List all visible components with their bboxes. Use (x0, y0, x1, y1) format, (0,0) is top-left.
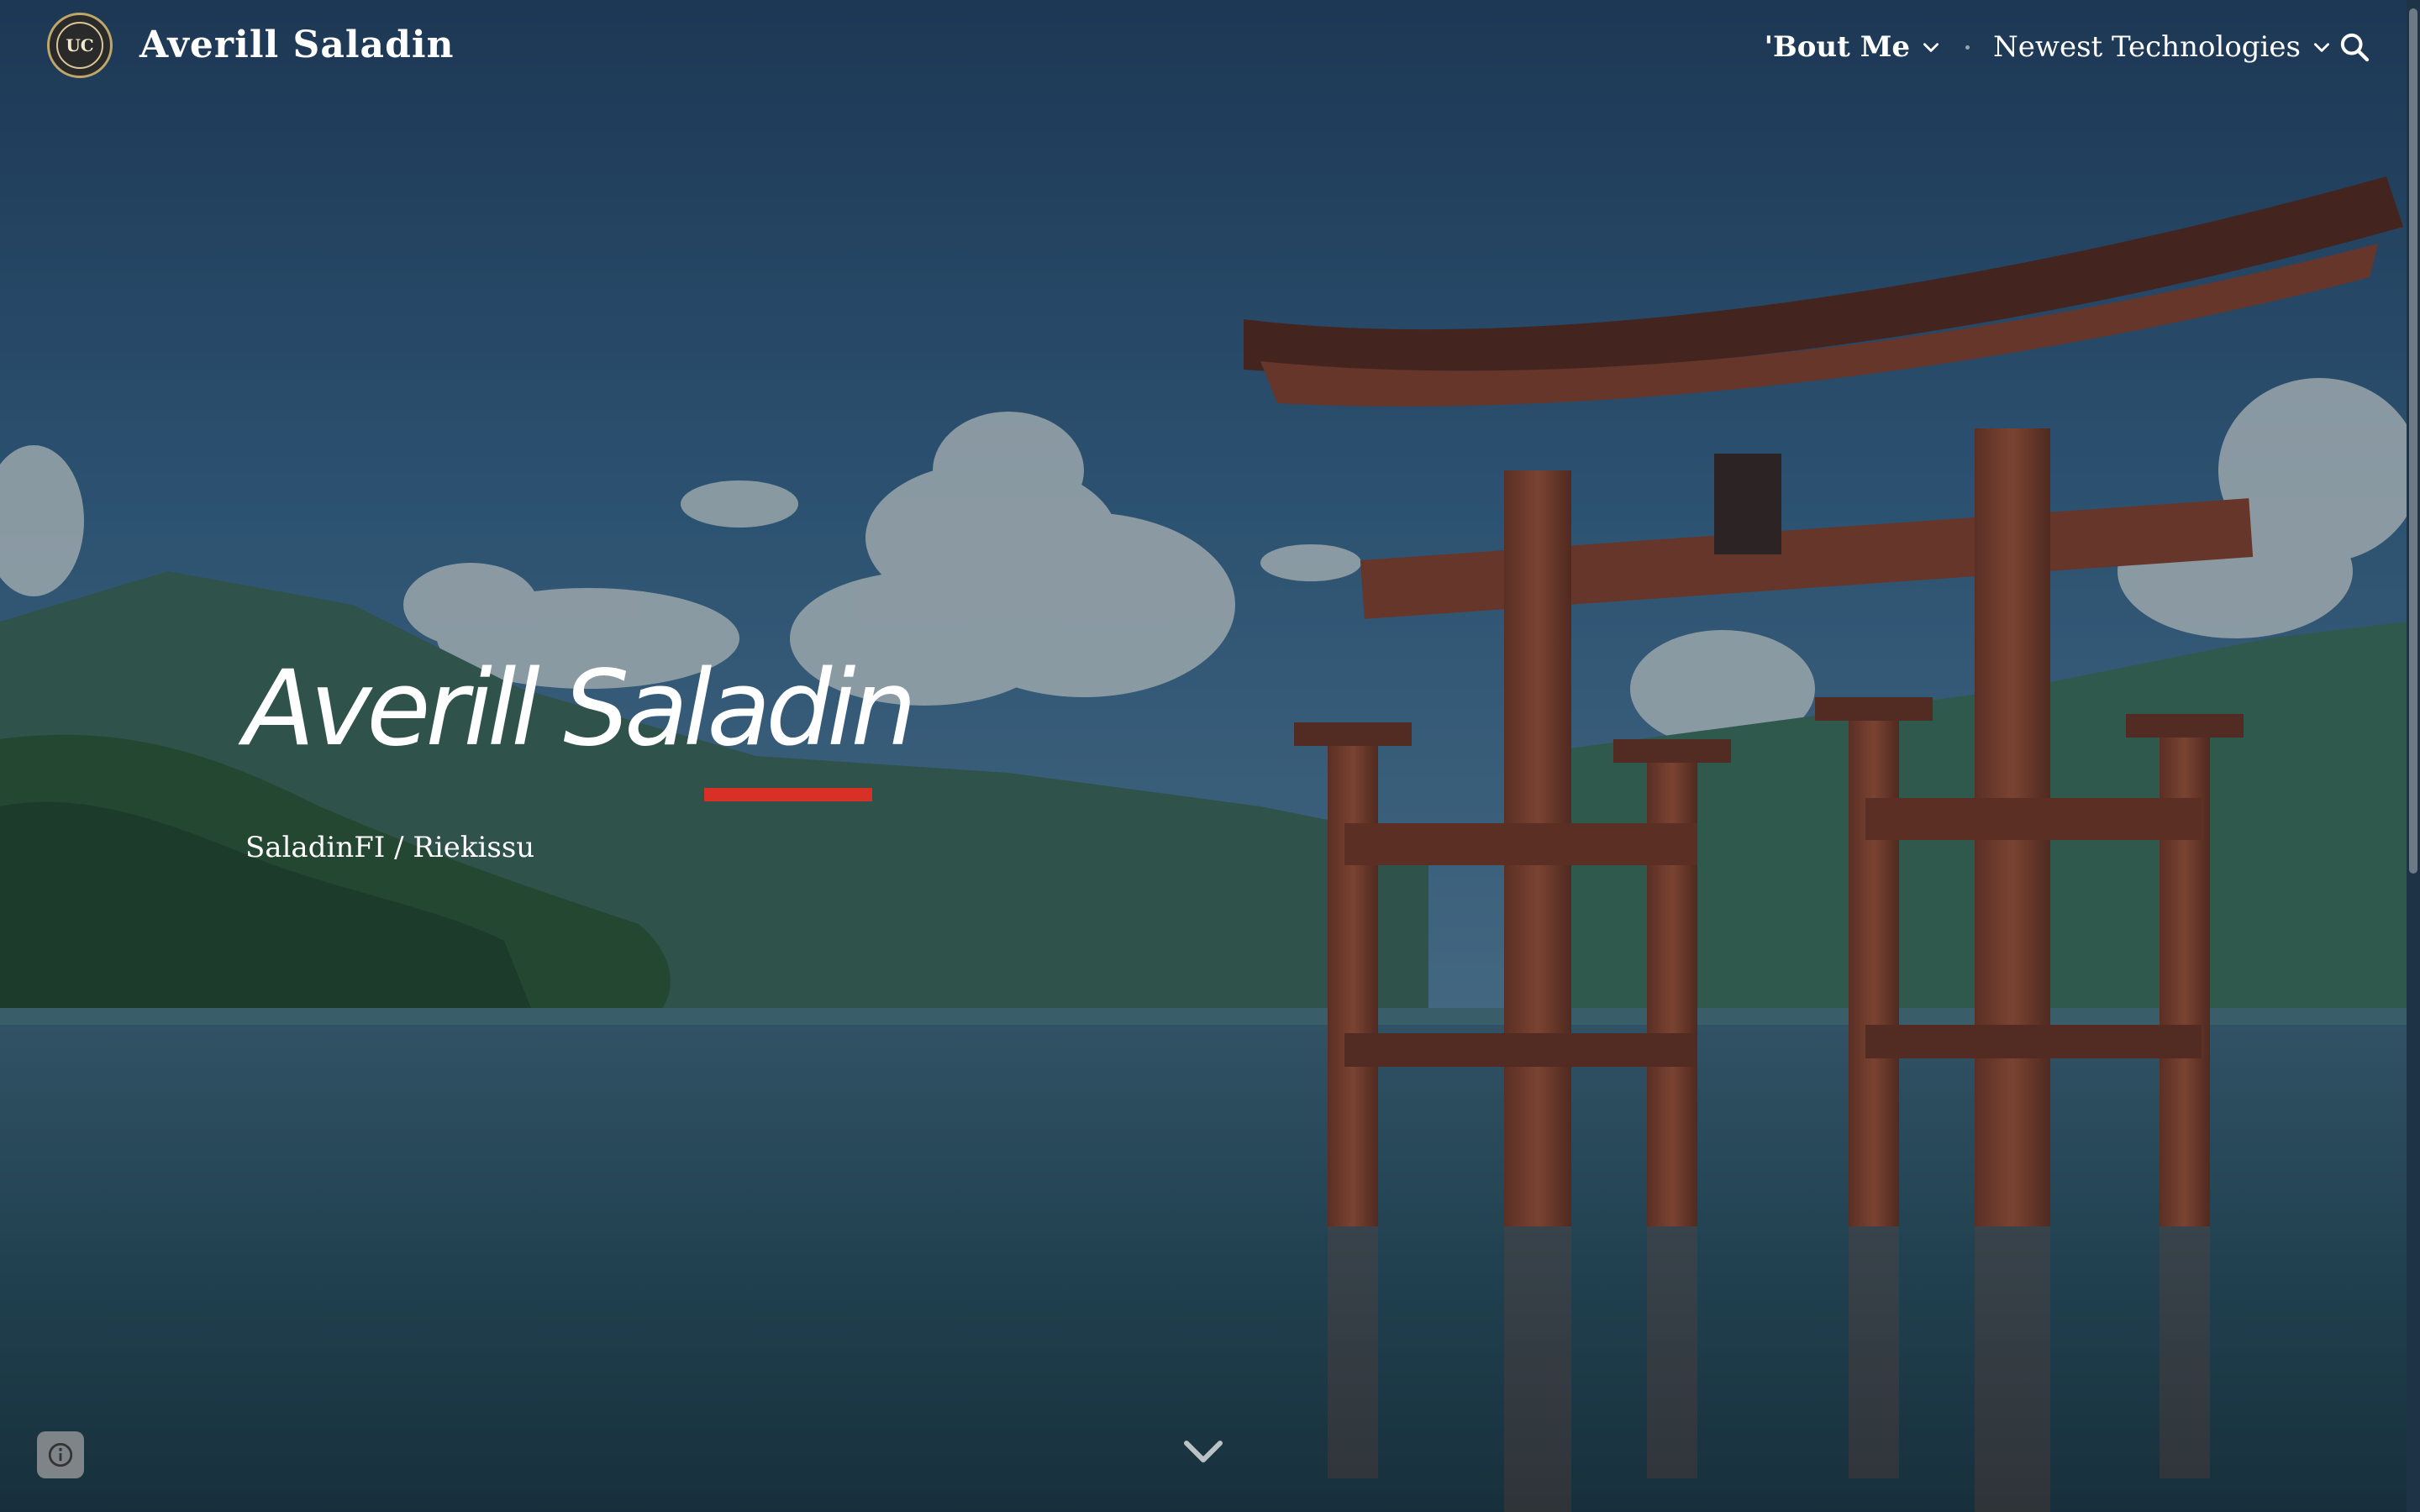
nav-item-newest-technologies[interactable]: Newest Technologies (1993, 24, 2333, 71)
chevron-down-icon (1184, 1441, 1223, 1462)
chevron-down-icon (2314, 43, 2329, 52)
page: UC Averill Saladin 'Bout Me Newest Techn… (0, 0, 2420, 1512)
page-scrollbar[interactable] (2407, 0, 2420, 1512)
chevron-down-icon (1923, 43, 1939, 52)
nav-item-label: 'Bout Me (1764, 30, 1910, 64)
nav-item-label: Newest Technologies (1992, 30, 2301, 64)
scrollbar-thumb[interactable] (2409, 8, 2417, 874)
site-header: UC Averill Saladin 'Bout Me Newest Techn… (0, 0, 2407, 92)
nav-separator (1965, 45, 1970, 50)
search-button[interactable] (2333, 25, 2376, 69)
logo-emblem: UC (56, 22, 103, 69)
nav-item-bout-me[interactable]: 'Bout Me (1765, 24, 1942, 71)
hero-subtitle: SaladinFI / Riekissu (245, 831, 535, 864)
site-logo[interactable]: UC (47, 13, 113, 78)
info-icon (48, 1442, 73, 1467)
site-title[interactable]: Averill Saladin (139, 18, 455, 72)
hero-title-underline (704, 788, 872, 801)
search-icon (2340, 33, 2370, 62)
scroll-down-button[interactable] (1180, 1428, 1227, 1475)
top-navigation: 'Bout Me Newest Technologies (1765, 24, 2333, 71)
hero-title: Averill Saladin (244, 648, 917, 769)
site-info-button[interactable] (37, 1431, 84, 1478)
